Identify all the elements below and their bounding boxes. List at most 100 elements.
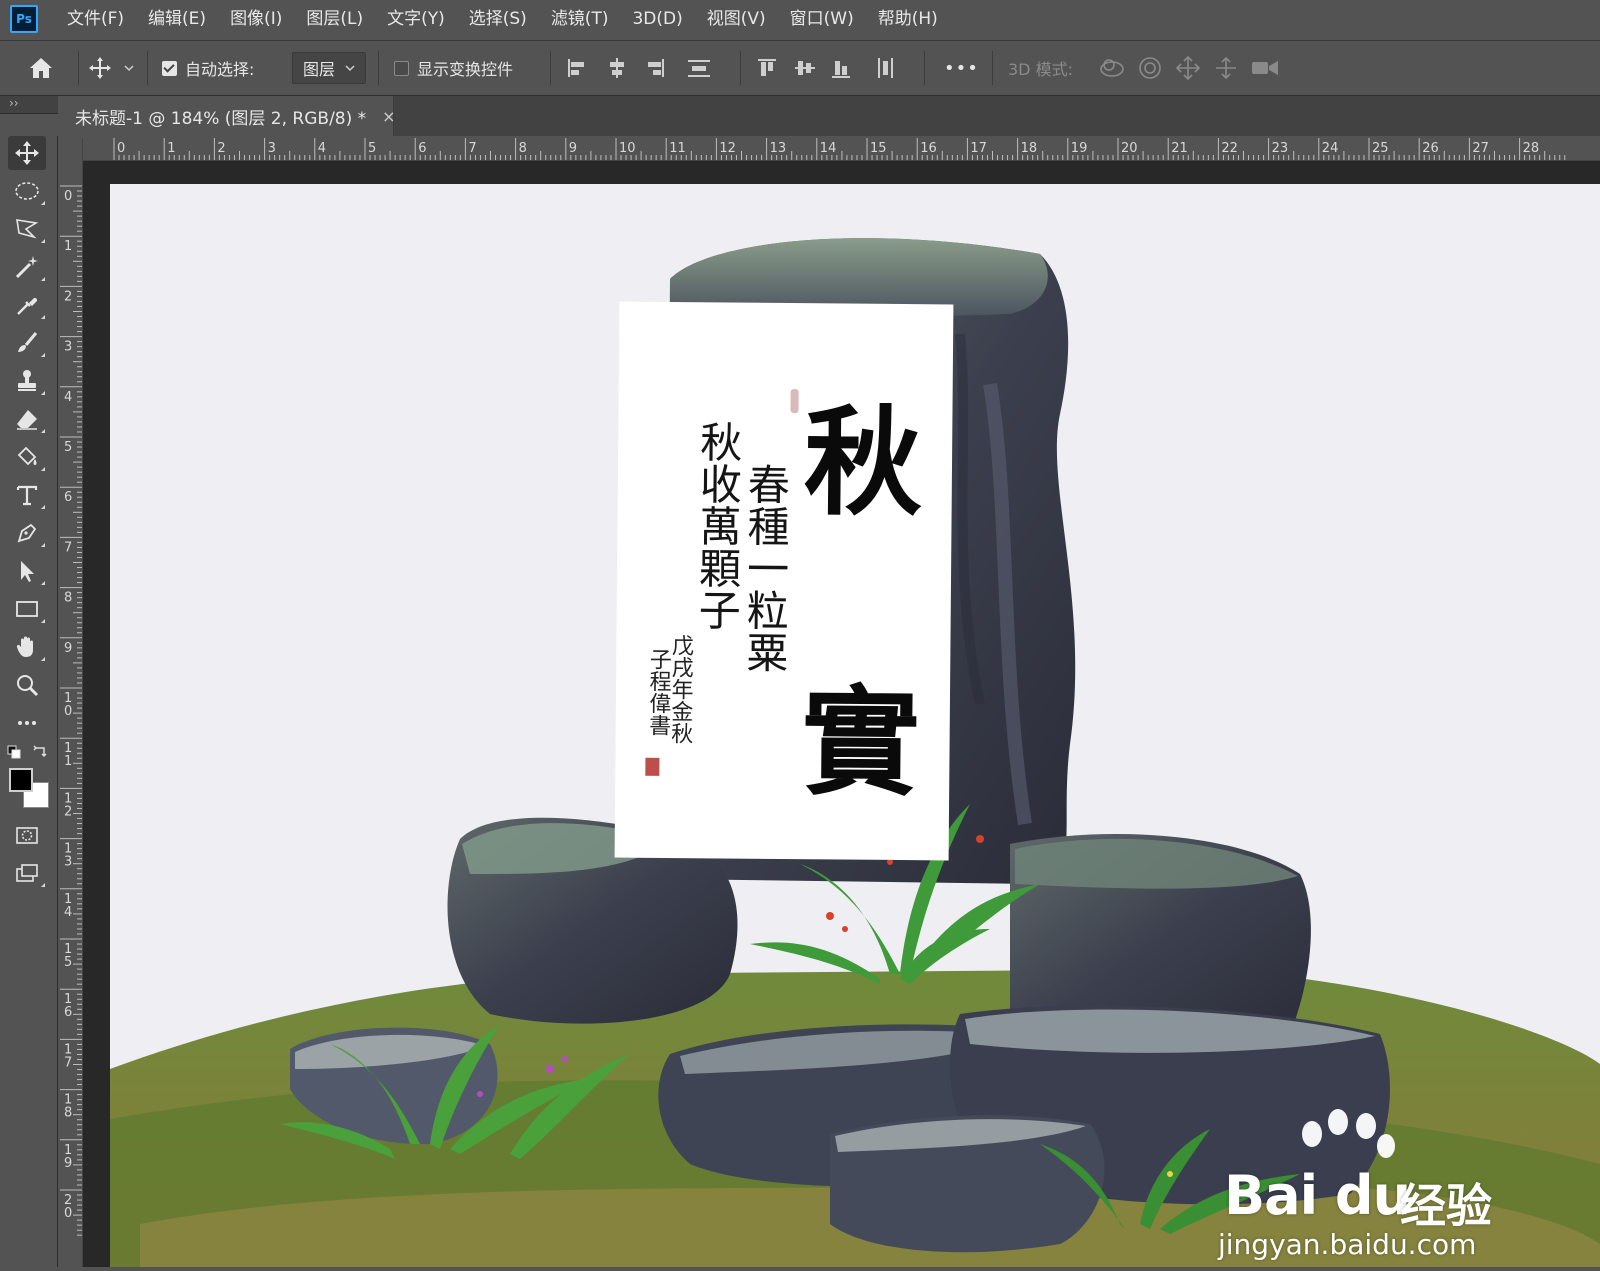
align-top-icon [758,59,776,76]
menu-image[interactable]: 图像(I) [218,0,294,40]
ruler-h-label: 8 [519,141,527,156]
menu-select[interactable]: 选择(S) [457,0,539,40]
align-vertical-buttons [756,41,906,95]
ruler-v-label: 8 [64,591,72,606]
type-icon [16,485,38,506]
separator [924,51,925,85]
vertical-ruler[interactable]: 01234567891011121314151617181920 [60,160,83,1267]
ruler-h-label: 12 [719,141,736,156]
auto-select-target-dropdown[interactable]: 图层 [292,52,367,84]
canvas-area[interactable]: 秋 實 春種一粒粟 秋收萬顆子 戊戌年金秋 子程偉書 Bai du 经验 jin… [83,161,1600,1267]
ruler-h-label: 4 [318,141,326,156]
eyedropper-tool[interactable] [8,288,46,322]
eraser-icon [17,410,37,430]
calligraphy-paper[interactable]: 秋 實 春種一粒粟 秋收萬顆子 戊戌年金秋 子程偉書 [614,301,954,861]
ruler-h-label: 7 [468,141,476,156]
clone-stamp-tool[interactable] [8,364,46,398]
auto-select-checkbox[interactable] [162,60,177,76]
separator [147,51,148,85]
separator [78,51,79,85]
paint-bucket-tool[interactable] [8,440,46,474]
menu-type[interactable]: 文字(Y) [375,0,457,40]
menu-file[interactable]: 文件(F) [55,0,136,40]
color-swatches [9,768,51,810]
calligraphy-inscription: 戊戌年金秋 子程偉書 [645,634,694,745]
move-tool[interactable] [8,136,46,170]
menu-window[interactable]: 窗口(W) [778,0,866,40]
menu-view[interactable]: 视图(V) [695,0,778,40]
ruler-v-label: 2 [64,804,72,819]
more-icon: ••• [944,57,979,79]
ruler-origin[interactable] [60,138,83,161]
magic-wand-tool[interactable] [8,250,46,284]
ruler-h-label: 17 [970,141,987,156]
separator [378,51,379,85]
ruler-h-label: 3 [268,141,276,156]
edit-toolbar-button[interactable] [8,706,46,740]
align-vertical-center-icon [795,61,815,75]
seal-stamp-small [790,389,799,414]
type-tool[interactable] [8,478,46,512]
horizontal-ruler[interactable]: 0 1 2 3 4 5 6 7 8 9 10 11 12 13 14 15 16 17 18 19 20 21 22 23 24… [83,138,1600,161]
path-selection-tool[interactable] [8,554,46,588]
close-icon[interactable]: × [382,107,395,126]
quick-mask-icon [16,827,38,844]
ruler-h-label: 13 [770,141,787,156]
ruler-h-label: 21 [1171,141,1188,156]
quick-mask-button[interactable] [8,818,46,852]
ruler-h-label: 24 [1322,141,1339,156]
eraser-tool[interactable] [8,402,46,436]
brush-tool[interactable] [8,326,46,360]
ruler-h-label: 19 [1071,141,1088,156]
move-icon [15,141,39,165]
ellipse-marquee-icon [15,182,39,200]
color-swap-controls [6,742,50,762]
document-tab-title: 未标题-1 @ 184% (图层 2, RGB/8) * [75,108,367,129]
rectangle-tool[interactable] [8,592,46,626]
menu-edit[interactable]: 编辑(E) [136,0,218,40]
menu-filter[interactable]: 滤镜(T) [539,0,621,40]
polygonal-lasso-icon [16,219,39,239]
path-selection-icon [21,561,34,582]
hand-tool[interactable] [8,630,46,664]
polygonal-lasso-tool[interactable] [8,212,46,246]
pen-tool[interactable] [8,516,46,550]
separator [992,51,993,85]
menu-3d[interactable]: 3D(D) [620,0,694,40]
home-icon[interactable] [26,41,56,95]
menu-layer[interactable]: 图层(L) [294,0,375,40]
ruler-v-label: 0 [64,1206,72,1221]
elliptical-marquee-tool[interactable] [8,174,46,208]
ruler-h-label: 26 [1422,141,1439,156]
menu-items: 文件(F) 编辑(E) 图像(I) 图层(L) 文字(Y) 选择(S) 滤镜(T… [55,0,950,40]
hand-icon [16,636,33,657]
more-options-button[interactable]: ••• [944,41,979,95]
ruler-v-label: 5 [64,955,72,970]
move-tool-preset-picker[interactable] [88,41,138,95]
menu-help[interactable]: 帮助(H) [866,0,950,40]
panel-collapse-toggle[interactable]: ›› [0,96,58,114]
auto-select-group: 自动选择: [162,41,254,95]
options-bar: 自动选择: 图层 显示变换控件 ••• 3D 模式: [0,41,1600,96]
transform-controls-checkbox[interactable] [394,60,409,76]
screen-mode-button[interactable] [8,856,46,890]
ruler-h-label: 14 [820,141,837,156]
baidu-jingyan-watermark: Bai du 经验 jingyan.baidu.com [1212,1104,1512,1261]
toolbox [0,136,58,1267]
ruler-v-label: 7 [64,1055,72,1070]
brush-icon [18,332,38,352]
eyedropper-icon [17,297,38,315]
foreground-color-swatch[interactable] [9,768,33,792]
calligraphy-artwork: 秋 實 春種一粒粟 秋收萬顆子 戊戌年金秋 子程偉書 [645,389,923,812]
ruler-h-label: 25 [1372,141,1389,156]
ruler-h-label: 5 [368,141,376,156]
ruler-v-label: 0 [64,704,72,719]
ruler-v-label: 1 [64,239,72,254]
document-tab[interactable]: 未标题-1 @ 184% (图层 2, RGB/8) * × [60,96,396,136]
ruler-v-label: 6 [64,1005,72,1020]
calligraphy-title-char-1: 秋 [803,392,922,532]
ruler-h-label: 28 [1523,141,1540,156]
auto-select-target-value: 图层 [303,60,336,79]
document-canvas[interactable]: 秋 實 春種一粒粟 秋收萬顆子 戊戌年金秋 子程偉書 Bai du 经验 jin… [110,184,1600,1267]
zoom-tool[interactable] [8,668,46,702]
